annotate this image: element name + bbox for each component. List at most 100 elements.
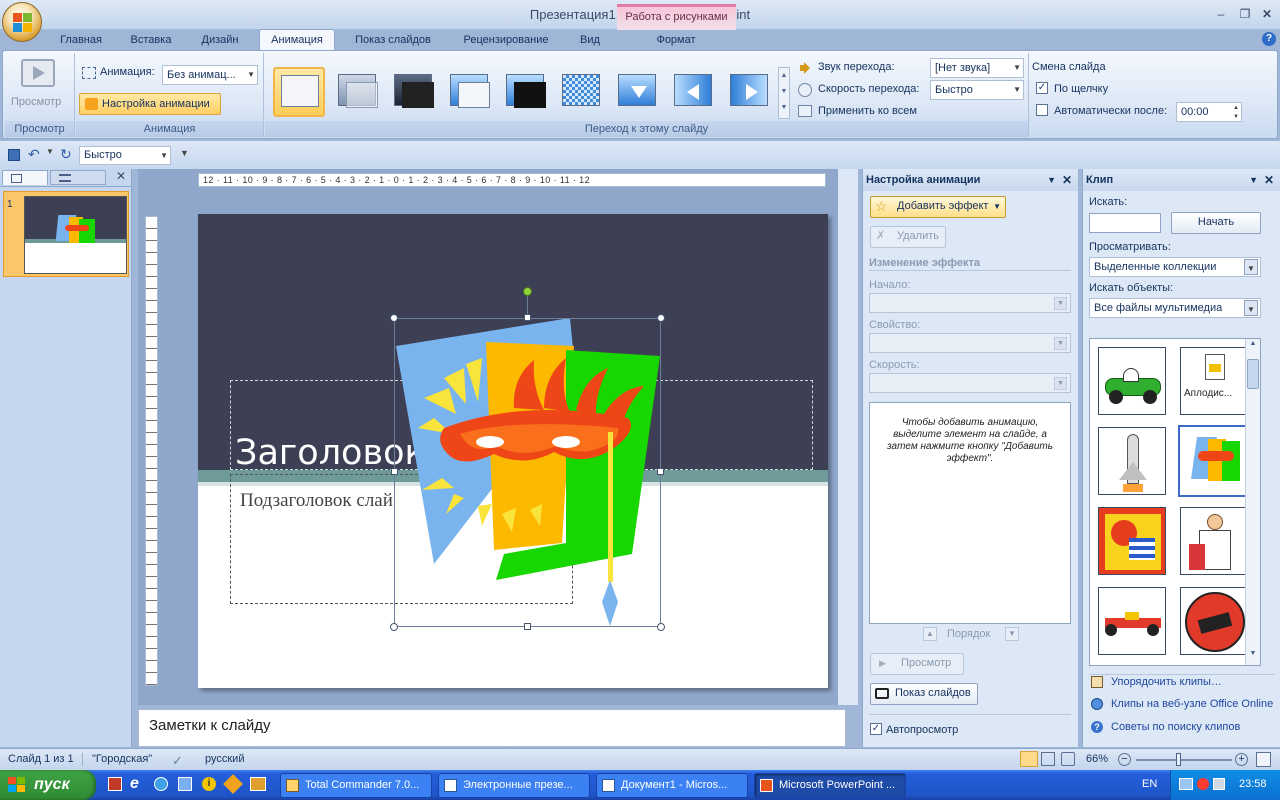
autopreview-checkbox[interactable]: ✓	[870, 723, 882, 735]
move-up-icon[interactable]: ▲	[923, 627, 937, 641]
pane-menu-icon[interactable]: ▼	[1047, 169, 1056, 191]
zoom-out-icon[interactable]: −	[1118, 753, 1131, 766]
transition-fade-black[interactable]	[387, 67, 439, 117]
zoom-level[interactable]: 66%	[1086, 749, 1108, 770]
browser-icon[interactable]	[154, 777, 168, 791]
clip-search-input[interactable]	[1089, 213, 1161, 233]
close-icon[interactable]: ✕	[1264, 169, 1274, 191]
slideshow-button[interactable]: Показ слайдов	[870, 683, 978, 705]
animation-select[interactable]: Без анимац... ▼	[162, 65, 258, 85]
slideshow-view-icon[interactable]	[1061, 752, 1075, 766]
clip-formula-car[interactable]	[1098, 587, 1166, 655]
tab-insert[interactable]: Вставка	[120, 30, 182, 50]
undo-dropdown-icon[interactable]: ▼	[46, 147, 54, 156]
resize-handle-sw[interactable]	[390, 623, 398, 631]
transition-fade-smooth[interactable]	[331, 67, 383, 117]
carnival-mask-picture[interactable]	[394, 318, 661, 627]
resize-handle-ne[interactable]	[657, 314, 665, 322]
preview-button[interactable]: Просмотр	[11, 96, 61, 108]
search-tips-link[interactable]: Советы по поиску клипов	[1111, 721, 1240, 733]
close-icon[interactable]: ✕	[1062, 169, 1072, 191]
security-icon[interactable]	[1197, 778, 1209, 790]
transition-cut-black[interactable]	[499, 67, 551, 117]
resize-handle-se[interactable]	[657, 623, 665, 631]
tab-format[interactable]: Формат	[642, 30, 710, 50]
custom-animation-button[interactable]: Настройка анимации	[79, 93, 221, 115]
speed-select-pane[interactable]: ▼	[869, 373, 1071, 393]
office-button[interactable]	[2, 2, 42, 42]
resize-handle-e[interactable]	[657, 468, 664, 475]
property-select[interactable]: ▼	[869, 333, 1071, 353]
tab-view[interactable]: Вид	[570, 30, 610, 50]
task-document1[interactable]: Документ1 - Micros...	[596, 773, 748, 798]
qat-speed-select[interactable]: Быстро ▼	[79, 146, 171, 165]
quicklaunch-app-icon[interactable]	[108, 777, 122, 791]
clip-doctor[interactable]	[1180, 507, 1248, 575]
normal-view-icon[interactable]	[1020, 751, 1038, 767]
tab-animation[interactable]: Анимация	[259, 29, 335, 51]
resize-handle-w[interactable]	[391, 468, 398, 475]
animation-list[interactable]: Чтобы добавить анимацию, выделите элемен…	[869, 402, 1071, 624]
find-objects-select[interactable]: Все файлы мультимедиа ▼	[1089, 298, 1261, 318]
minimize-button[interactable]: –	[1212, 6, 1230, 22]
tab-slides[interactable]	[2, 170, 48, 185]
clip-go-button[interactable]: Начать	[1171, 212, 1261, 234]
organize-clips-link[interactable]: Упорядочить клипы…	[1111, 676, 1222, 688]
language-status[interactable]: русский	[205, 749, 244, 770]
undo-icon[interactable]: ↶	[28, 146, 40, 163]
close-icon[interactable]: ✕	[116, 169, 126, 183]
tab-outline[interactable]	[50, 170, 106, 185]
window-switch-icon[interactable]	[178, 777, 192, 791]
network-icon[interactable]	[1179, 778, 1193, 790]
pane-menu-icon[interactable]: ▼	[1249, 169, 1258, 191]
add-effect-button[interactable]: ☆ Добавить эффект ▼	[870, 196, 1006, 218]
online-clips-link[interactable]: Клипы на веб-узле Office Online	[1111, 698, 1273, 710]
language-indicator[interactable]: EN	[1142, 778, 1157, 790]
spellcheck-icon[interactable]: ✓	[172, 750, 183, 771]
clip-party-balloons[interactable]	[1098, 507, 1166, 575]
restore-button[interactable]: ❐	[1236, 6, 1254, 22]
fit-to-window-icon[interactable]	[1256, 752, 1271, 767]
save-icon[interactable]	[8, 149, 20, 161]
transition-cut[interactable]	[443, 67, 495, 117]
close-button[interactable]: ✕	[1258, 6, 1276, 22]
auto-after-checkbox[interactable]	[1036, 104, 1048, 116]
customize-qat-icon[interactable]: ▼	[180, 148, 189, 158]
pane-preview-button[interactable]: ▶ Просмотр	[870, 653, 964, 675]
zoom-slider-track[interactable]	[1136, 759, 1232, 761]
sound-select[interactable]: [Нет звука] ▼	[930, 58, 1024, 78]
volume-icon[interactable]	[1213, 778, 1225, 790]
slide-thumbnail-selected[interactable]: 1	[3, 191, 129, 277]
zoom-in-icon[interactable]: +	[1235, 753, 1248, 766]
start-select[interactable]: ▼	[869, 293, 1071, 313]
transition-wipe-left[interactable]	[667, 67, 719, 117]
zoom-slider-thumb[interactable]	[1176, 753, 1181, 766]
ie-icon[interactable]: e	[130, 775, 139, 793]
browse-select[interactable]: Выделенные коллекции ▼	[1089, 257, 1261, 277]
clip-race-car[interactable]	[1098, 347, 1166, 415]
clip-sound[interactable]: Аплодис...	[1180, 347, 1248, 415]
speed-select[interactable]: Быстро ▼	[930, 80, 1024, 100]
transition-dissolve[interactable]	[555, 67, 607, 117]
archive-icon[interactable]	[250, 777, 266, 791]
tab-slideshow[interactable]: Показ слайдов	[345, 30, 441, 50]
task-total-commander[interactable]: Total Commander 7.0...	[280, 773, 432, 798]
clip-space-shuttle[interactable]	[1098, 427, 1166, 495]
tab-design[interactable]: Дизайн	[192, 30, 248, 50]
transition-none[interactable]	[273, 67, 325, 117]
clip-carnival-mask[interactable]	[1178, 425, 1250, 497]
move-down-icon[interactable]: ▼	[1005, 627, 1019, 641]
task-powerpoint[interactable]: Microsoft PowerPoint ...	[754, 773, 906, 798]
notes-field[interactable]: Заметки к слайду	[138, 709, 846, 747]
remove-button[interactable]: ✗ Удалить	[870, 226, 946, 248]
start-button[interactable]: пуск	[0, 770, 96, 800]
help-icon[interactable]: ?	[1262, 32, 1276, 46]
rotation-handle[interactable]	[523, 287, 532, 296]
on-click-checkbox[interactable]: ✓	[1036, 82, 1048, 94]
tab-home[interactable]: Главная	[50, 30, 112, 50]
slide-canvas[interactable]: Заголовок Подзаголовок слай	[198, 214, 828, 688]
info-icon[interactable]: i	[202, 777, 216, 791]
auto-after-input[interactable]: 00:00 ▲ ▼	[1176, 102, 1242, 122]
resize-handle-nw[interactable]	[390, 314, 398, 322]
clip-results-scrollbar[interactable]: ▲ ▼	[1245, 339, 1260, 665]
